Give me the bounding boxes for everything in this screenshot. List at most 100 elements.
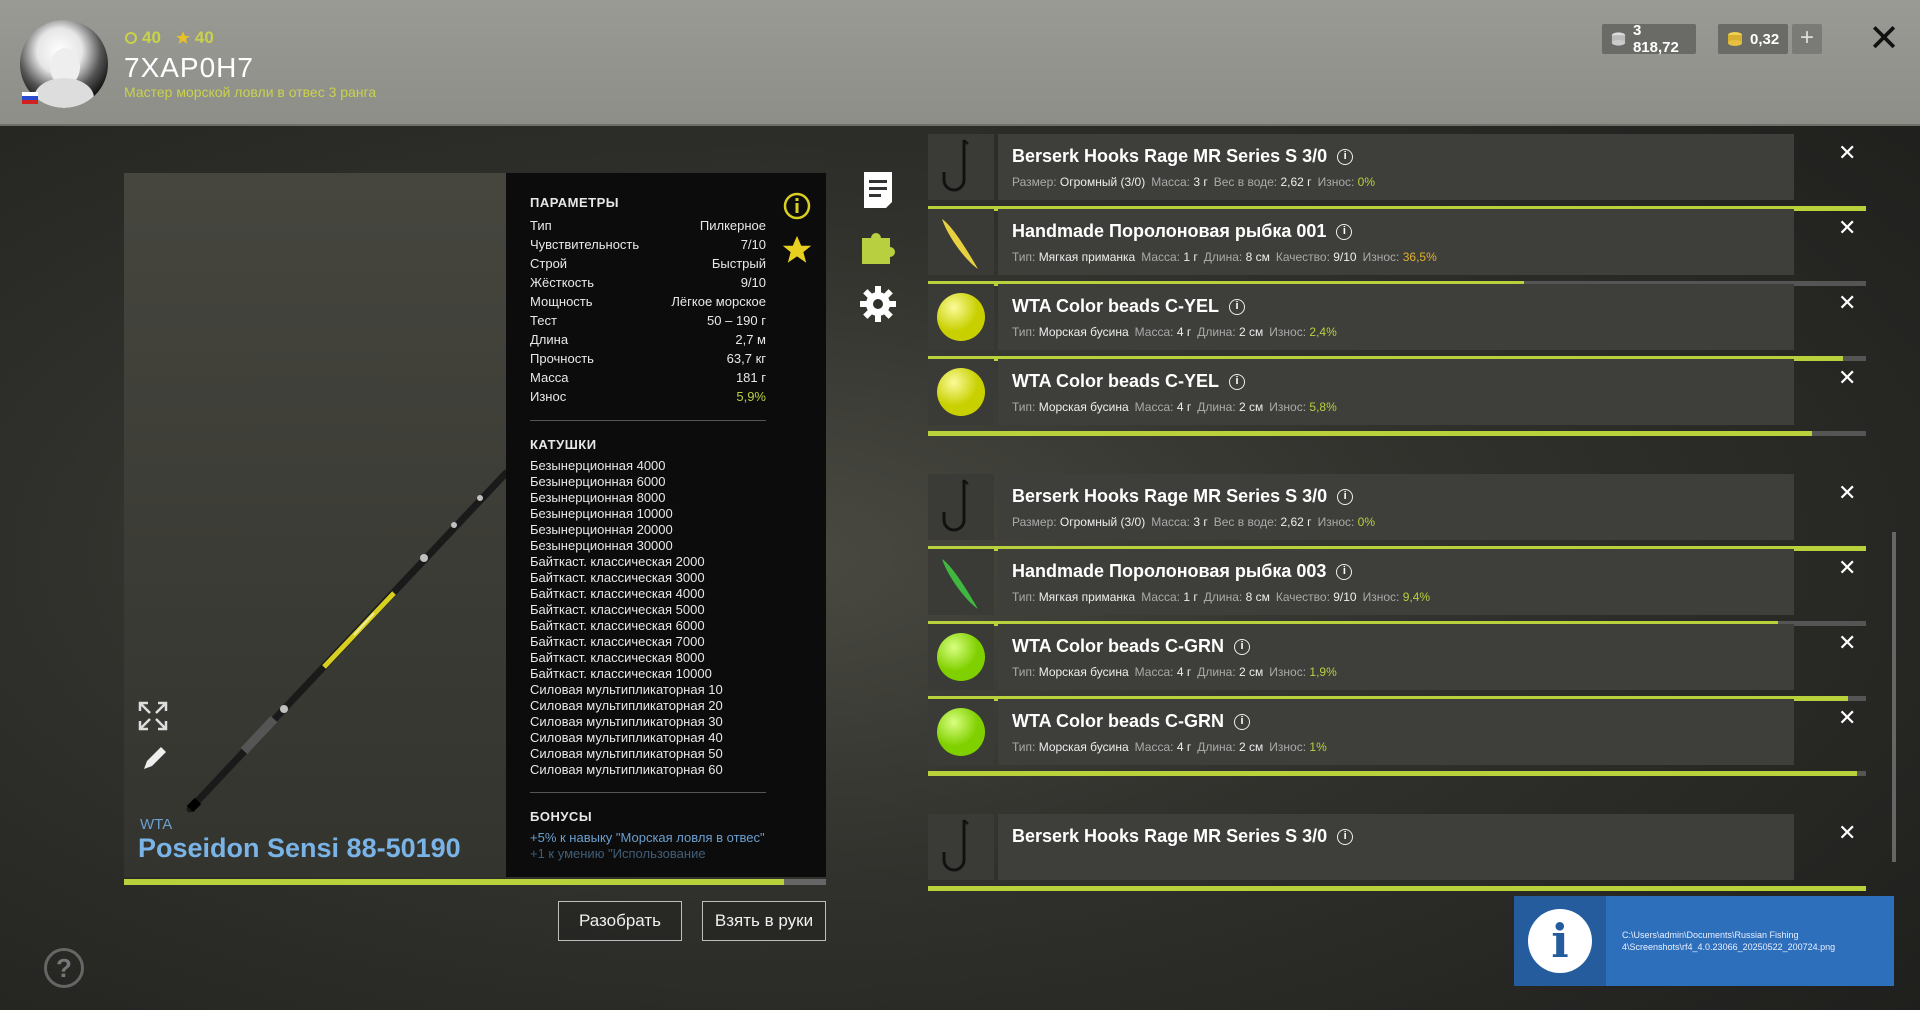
tackle-slot[interactable]: Handmade Поролоновая рыбка 001 i Тип: Мягк…: [928, 207, 1868, 287]
param-value: 181 г: [735, 370, 766, 385]
info-icon[interactable]: i: [1234, 638, 1250, 655]
info-icon[interactable]: i: [1229, 373, 1245, 390]
tackle-thumbnail[interactable]: [928, 624, 994, 690]
tackle-thumbnail[interactable]: [928, 549, 994, 615]
tackle-slot[interactable]: Handmade Поролоновая рыбка 003 i Тип: Мягк…: [928, 547, 1868, 627]
reel-item: Байткаст. классическая 2000: [530, 554, 705, 569]
item-brand: WTA: [140, 816, 173, 833]
remove-icon[interactable]: ✕: [1838, 140, 1856, 166]
prop-value: 1 г: [1183, 590, 1198, 604]
tackle-card[interactable]: [998, 474, 1794, 540]
tackle-thumbnail[interactable]: [928, 209, 994, 275]
prop-value: 2 см: [1239, 665, 1264, 679]
wear-value: 2,4%: [1309, 325, 1337, 339]
expand-icon[interactable]: [138, 701, 168, 731]
prop-key: Масса:: [1134, 400, 1174, 414]
tackle-scrollbar[interactable]: [1892, 532, 1896, 862]
tackle-slot[interactable]: Berserk Hooks Rage MR Series S 3/0 i Разме…: [928, 132, 1868, 212]
tackle-slot[interactable]: Berserk Hooks Rage MR Series S 3/0 i ✕: [928, 812, 1868, 892]
prop-key: Длина:: [1197, 740, 1236, 754]
tackle-name: WTA Color beads C-GRN: [1012, 636, 1224, 656]
add-gold-button[interactable]: +: [1792, 24, 1822, 54]
tackle-list[interactable]: Berserk Hooks Rage MR Series S 3/0 i Разме…: [928, 132, 1868, 1010]
prop-value: Огромный (3/0): [1059, 515, 1146, 529]
tackle-card[interactable]: [998, 624, 1794, 690]
reel-item: Безынерционная 6000: [530, 474, 666, 489]
bonus-item: +1 к умению "Использование: [530, 846, 706, 861]
tackle-thumbnail[interactable]: [928, 134, 994, 200]
prop-value: 4 г: [1176, 400, 1192, 414]
tackle-card[interactable]: [998, 134, 1794, 200]
tackle-card[interactable]: [998, 549, 1794, 615]
prop-value: 4 г: [1176, 665, 1192, 679]
take-in-hands-button[interactable]: Взять в руки: [702, 901, 826, 941]
item-info-sheet[interactable]: ПАРАМЕТРЫ Тип Пилкерное Чувствительность 7/…: [506, 173, 826, 877]
tackle-card[interactable]: [998, 699, 1794, 765]
info-icon[interactable]: [782, 191, 812, 221]
info-icon[interactable]: i: [1336, 563, 1353, 580]
tackle-thumbnail[interactable]: [928, 359, 994, 425]
tackle-card[interactable]: [998, 209, 1794, 275]
remove-icon[interactable]: ✕: [1838, 705, 1856, 731]
wear-value: 0%: [1357, 175, 1376, 189]
tackle-thumbnail[interactable]: [928, 284, 994, 350]
tackle-slot[interactable]: WTA Color beads C-YEL i Тип: Морская бусин…: [928, 282, 1868, 362]
prop-value: 2 см: [1239, 400, 1264, 414]
tackle-slot[interactable]: WTA Color beads C-YEL i Тип: Морская бусин…: [928, 357, 1868, 437]
tackle-title: WTA Color beads C-YEL i: [1012, 371, 1245, 392]
rating-value: 40: [194, 28, 214, 47]
tackle-slot[interactable]: WTA Color beads C-GRN i Тип: Морская бусин…: [928, 697, 1868, 777]
prop-key: Вес в воде:: [1213, 175, 1278, 189]
prop-value: 3 г: [1193, 515, 1208, 529]
wear-key: Износ:: [1317, 515, 1355, 529]
prop-key: Тип:: [1012, 325, 1036, 339]
bonus-item: +5% к навыку "Морская ловля в отвес": [530, 830, 765, 845]
tackle-thumbnail[interactable]: [928, 474, 994, 540]
player-stats: 40 40: [124, 28, 214, 48]
remove-icon[interactable]: ✕: [1838, 215, 1856, 241]
remove-icon[interactable]: ✕: [1838, 555, 1856, 581]
close-button[interactable]: ✕: [1866, 20, 1902, 58]
favorite-star-icon[interactable]: [780, 233, 814, 267]
info-icon[interactable]: i: [1337, 148, 1354, 165]
info-icon[interactable]: i: [1337, 828, 1354, 845]
reel-item: Байткаст. классическая 6000: [530, 618, 705, 633]
info-icon[interactable]: i: [1336, 223, 1353, 240]
tackle-thumbnail[interactable]: [928, 699, 994, 765]
tackle-thumbnail[interactable]: [928, 814, 994, 880]
prop-key: Масса:: [1134, 740, 1174, 754]
reel-item: Безынерционная 30000: [530, 538, 673, 553]
document-icon[interactable]: [858, 170, 898, 210]
remove-icon[interactable]: ✕: [1838, 480, 1856, 506]
prop-value: Мягкая приманка: [1038, 250, 1136, 264]
remove-icon[interactable]: ✕: [1838, 365, 1856, 391]
remove-icon[interactable]: ✕: [1838, 290, 1856, 316]
help-button[interactable]: ?: [44, 948, 84, 988]
remove-icon[interactable]: ✕: [1838, 820, 1856, 846]
info-icon[interactable]: i: [1337, 488, 1354, 505]
item-preview: WTA Poseidon Sensi 88-50190: [124, 173, 506, 877]
wear-value: 1,9%: [1309, 665, 1337, 679]
pencil-icon[interactable]: [140, 745, 168, 773]
puzzle-icon[interactable]: [858, 226, 898, 266]
silver-balance: 3 818,72: [1602, 22, 1696, 56]
gear-icon[interactable]: [858, 284, 898, 324]
param-value: 50 – 190 г: [707, 313, 766, 328]
reel-item: Байткаст. классическая 3000: [530, 570, 705, 585]
wear-key: Износ:: [1317, 175, 1355, 189]
disassemble-button[interactable]: Разобрать: [558, 901, 682, 941]
tackle-props: Размер: Огромный (3/0) Масса: 3 г Вес в во…: [1012, 515, 1375, 529]
info-icon[interactable]: i: [1229, 298, 1245, 315]
tackle-slot[interactable]: Berserk Hooks Rage MR Series S 3/0 i Разме…: [928, 472, 1868, 552]
screenshot-notification[interactable]: i C:\Users\admin\Documents\Russian Fishi…: [1514, 896, 1894, 986]
remove-icon[interactable]: ✕: [1838, 630, 1856, 656]
tackle-card[interactable]: [998, 814, 1794, 880]
tackle-card[interactable]: [998, 359, 1794, 425]
reel-item: Силовая мультипликаторная 50: [530, 746, 723, 761]
prop-key: Тип:: [1012, 400, 1036, 414]
params-title: ПАРАМЕТРЫ: [530, 195, 619, 210]
tackle-card[interactable]: [998, 284, 1794, 350]
tackle-slot[interactable]: WTA Color beads C-GRN i Тип: Морская бусин…: [928, 622, 1868, 702]
russia-flag-icon: [22, 92, 38, 104]
info-icon[interactable]: i: [1234, 713, 1250, 730]
